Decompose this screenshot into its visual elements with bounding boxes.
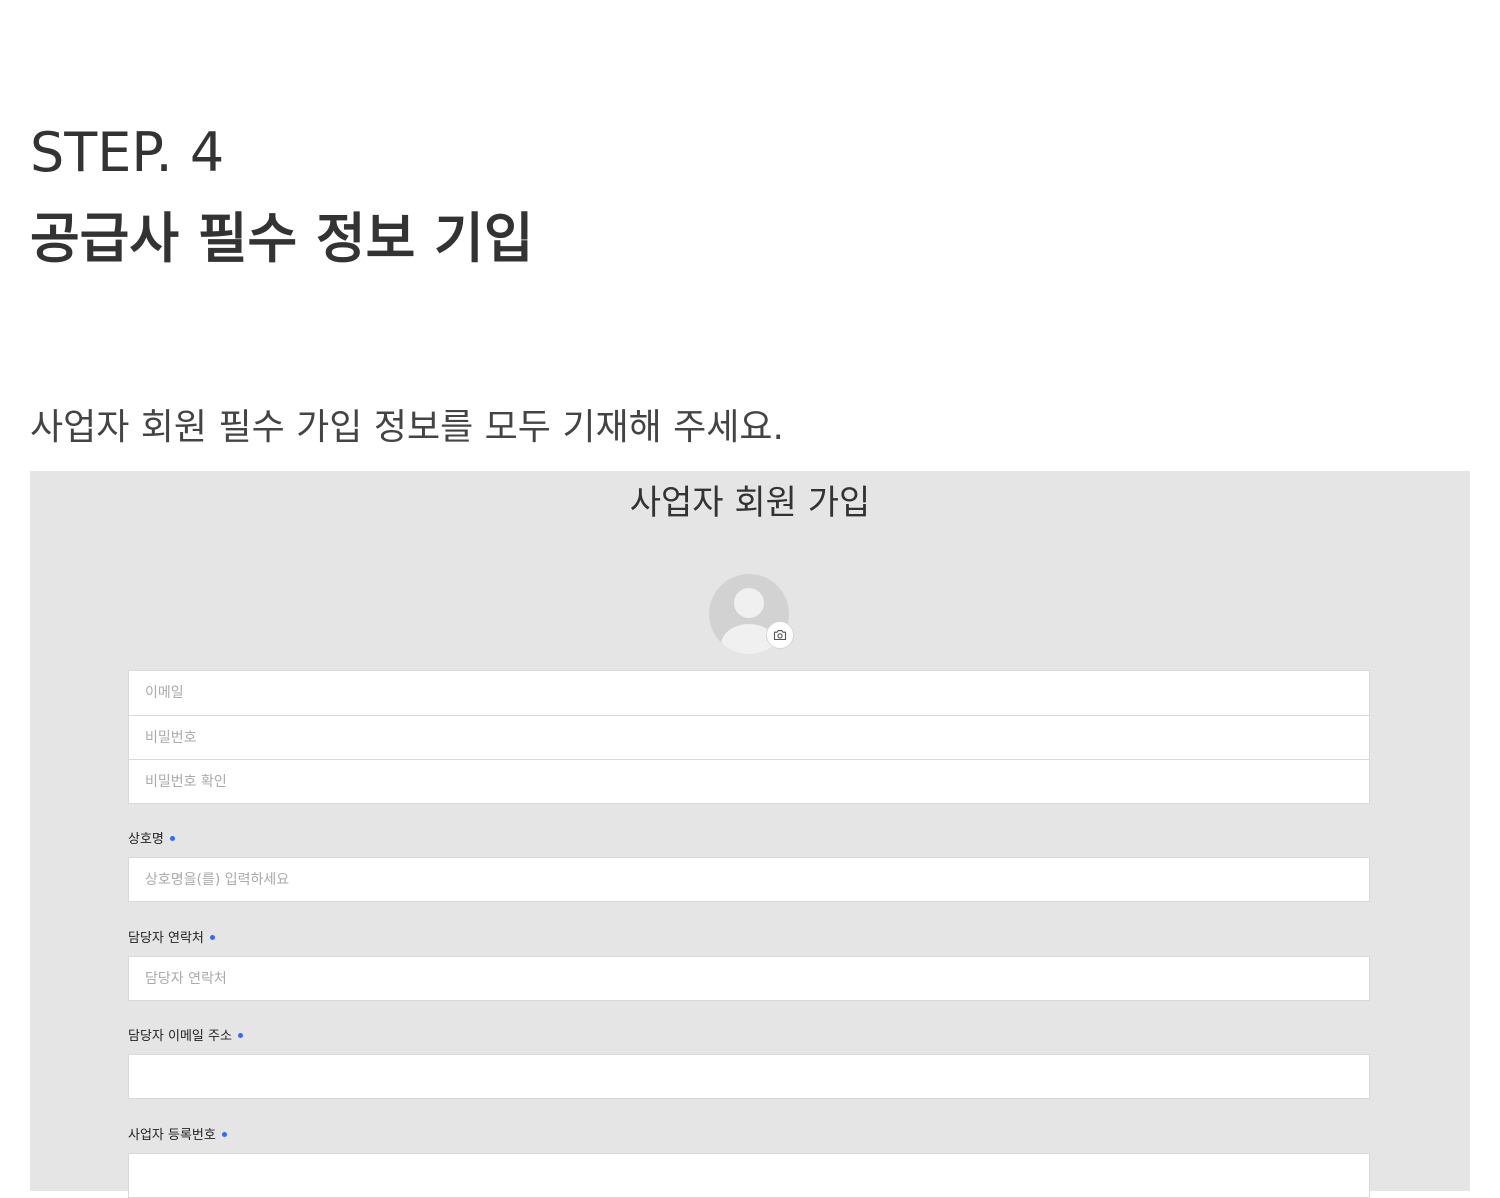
required-dot [237, 1033, 243, 1038]
camera-icon [773, 630, 787, 641]
contact-email-label-text: 담당자 이메일 주소 [128, 1029, 232, 1044]
password-confirm-field[interactable] [129, 759, 1369, 803]
password-field[interactable] [129, 715, 1369, 759]
business-number-label: 사업자 등록번호 [128, 1127, 227, 1145]
business-number-label-text: 사업자 등록번호 [128, 1128, 216, 1143]
contact-phone-label-text: 담당자 연락처 [128, 931, 204, 946]
required-dot [221, 1132, 227, 1137]
contact-phone-label: 담당자 연락처 [128, 930, 215, 948]
upload-photo-button[interactable] [766, 621, 794, 649]
company-name-field[interactable] [128, 857, 1370, 902]
company-name-label: 상호명 [128, 831, 175, 849]
avatar-head-shape [734, 588, 764, 618]
step-description: 사업자 회원 필수 가입 정보를 모두 기재해 주세요. [30, 407, 784, 448]
email-field[interactable] [129, 671, 1369, 715]
signup-form-panel: 사업자 회원 가입 상호명 담당자 연락처 담당자 이메일 주소 사업자 등록번… [30, 471, 1470, 1198]
step-title: 공급사 필수 정보 기입 [30, 207, 534, 270]
required-dot [169, 836, 175, 841]
business-number-field[interactable] [128, 1153, 1370, 1198]
credentials-group [128, 670, 1370, 804]
required-dot [209, 935, 215, 940]
step-number: STEP. 4 [30, 121, 225, 184]
contact-email-label: 담당자 이메일 주소 [128, 1028, 243, 1046]
contact-email-field[interactable] [128, 1054, 1370, 1099]
company-name-label-text: 상호명 [128, 832, 164, 847]
contact-phone-field[interactable] [128, 956, 1370, 1001]
form-title: 사업자 회원 가입 [629, 483, 871, 523]
